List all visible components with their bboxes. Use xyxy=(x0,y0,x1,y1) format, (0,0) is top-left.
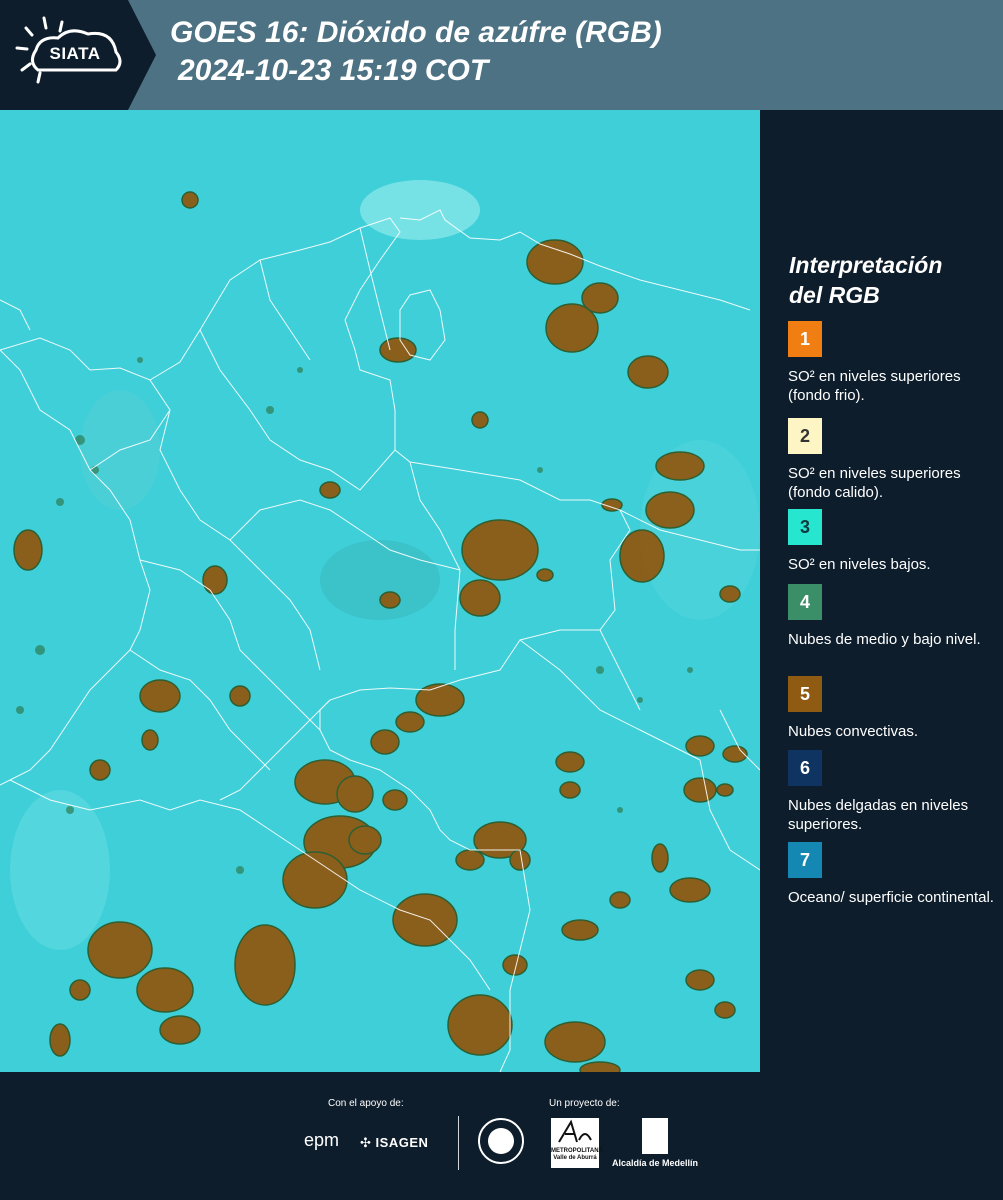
area-script-icon xyxy=(558,1119,592,1143)
page-timestamp: 2024-10-23 15:19 COT xyxy=(178,54,489,87)
page-title: GOES 16: Dióxido de azúfre (RGB) xyxy=(170,16,662,49)
legend-item-3: 3 SO² en niveles bajos. xyxy=(788,509,998,574)
legend-item-text: Nubes convectivas. xyxy=(788,723,919,740)
legend-title-line2: del RGB xyxy=(789,282,880,308)
legend-item-1: 1 SO² en niveles superiores (fondo frio)… xyxy=(788,321,998,405)
legend-swatch: 7 xyxy=(788,842,822,878)
legend-item-text: Oceano/ superficie continental. xyxy=(788,889,994,906)
siata-logo-text: SIATA xyxy=(49,44,101,63)
legend-item-text: SO² en niveles superiores (fondo calido)… xyxy=(788,465,961,501)
area-metropolitana-logo: METROPOLITANA Valle de Aburrá xyxy=(551,1118,603,1168)
legend-title: Interpretación del RGB xyxy=(789,250,999,310)
header-bar: SIATA GOES 16: Dióxido de azúfre (RGB) 2… xyxy=(0,0,1003,110)
legend-item-4: 4 Nubes de medio y bajo nivel. xyxy=(788,584,998,649)
legend-panel: Interpretación del RGB 1 SO² en niveles … xyxy=(760,110,1003,1072)
satellite-map xyxy=(0,110,760,1072)
epm-logo: epm xyxy=(304,1130,340,1150)
legend-swatch: 4 xyxy=(788,584,822,620)
medellin-seal-icon xyxy=(478,1118,524,1164)
legend-item-7: 7 Oceano/ superficie continental. xyxy=(788,842,998,907)
project-label: Un proyecto de: xyxy=(549,1098,620,1109)
legend-item-6: 6 Nubes delgadas en niveles superiores. xyxy=(788,750,998,834)
legend-item-text: SO² en niveles superiores (fondo frio). xyxy=(788,368,961,404)
legend-item-2: 2 SO² en niveles superiores (fondo calid… xyxy=(788,418,998,502)
legend-title-line1: Interpretación xyxy=(789,252,943,278)
footer-divider xyxy=(458,1116,459,1170)
legend-swatch: 2 xyxy=(788,418,822,454)
legend-swatch: 6 xyxy=(788,750,822,786)
legend-swatch: 5 xyxy=(788,676,822,712)
amva-text: METROPOLITANA Valle de Aburrá xyxy=(551,1148,603,1162)
isagen-mark-icon: ✣ xyxy=(360,1135,372,1150)
legend-swatch: 3 xyxy=(788,509,822,545)
legend-item-text: Nubes delgadas en niveles superiores. xyxy=(788,797,969,833)
legend-item-text: SO² en niveles bajos. xyxy=(788,556,931,573)
satellite-image xyxy=(0,110,760,1072)
amva-line1: METROPOLITANA xyxy=(551,1148,603,1154)
isagen-text: ISAGEN xyxy=(375,1135,429,1150)
isagen-logo: ✣ ISAGEN xyxy=(360,1135,428,1151)
legend-item-text: Nubes de medio y bajo nivel. xyxy=(788,631,981,648)
seal-inner xyxy=(488,1128,514,1154)
amva-line2: Valle de Aburrá xyxy=(553,1155,597,1161)
legend-item-5: 5 Nubes convectivas. xyxy=(788,676,998,741)
siata-logo: SIATA xyxy=(0,0,158,110)
support-label: Con el apoyo de: xyxy=(328,1098,404,1109)
footer: Con el apoyo de: Un proyecto de: epm ✣ I… xyxy=(0,1072,1003,1200)
alcaldia-shield-icon xyxy=(642,1118,668,1154)
alcaldia-label: Alcaldía de Medellín xyxy=(612,1158,699,1168)
legend-swatch: 1 xyxy=(788,321,822,357)
